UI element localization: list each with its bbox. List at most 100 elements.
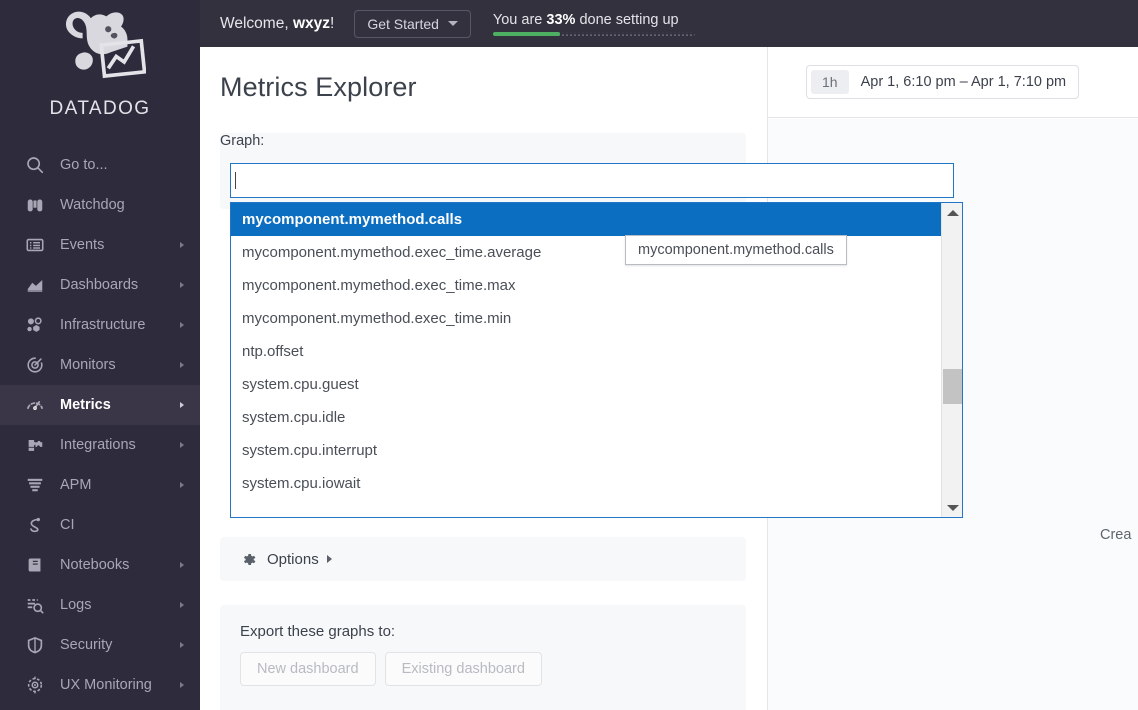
binoculars-icon [24,194,46,216]
sidebar-item-monitors[interactable]: Monitors [0,345,200,385]
export-label: Export these graphs to: [240,623,396,640]
existing-dashboard-button[interactable]: Existing dashboard [384,652,542,686]
sidebar-item-integrations[interactable]: Integrations [0,425,200,465]
shield-icon [24,634,46,656]
brand-logo[interactable]: DATADOG [0,0,200,145]
notebook-icon [24,554,46,576]
chevron-right-icon [180,362,184,368]
dropdown-item[interactable]: mycomponent.mymethod.calls [231,203,941,236]
gauge-icon [24,394,46,416]
triangle-right-icon [326,555,332,563]
chevron-right-icon [180,682,184,688]
sidebar-item-label: Events [60,237,105,253]
chevron-right-icon [180,602,184,608]
target-icon [24,354,46,376]
dropdown-item[interactable]: system.cpu.idle [231,401,941,434]
sidebar-item-infrastructure[interactable]: Infrastructure [0,305,200,345]
dropdown-item[interactable]: system.cpu.guest [231,368,941,401]
setup-progress-text: You are 33% done setting up [493,12,695,28]
top-bar: Welcome, wxyz! Get Started You are 33% d… [200,0,1138,47]
sidebar-item-metrics[interactable]: Metrics [0,385,200,425]
chevron-right-icon [180,442,184,448]
hexagon-nodes-icon [24,314,46,336]
get-started-label: Get Started [367,15,439,32]
sidebar-item-label: Go to... [60,157,108,173]
setup-progress-bar-fill [492,31,560,36]
create-label[interactable]: Crea [1100,527,1131,543]
brand-name: DATADOG [49,98,151,119]
sidebar-item-label: Notebooks [60,557,130,573]
time-range-selector[interactable]: 1h Apr 1, 6:10 pm – Apr 1, 7:10 pm [806,65,1080,99]
page-title: Metrics Explorer [220,72,417,102]
sidebar: DATADOG Go to... Watchdog Events Dashboards… [0,0,200,710]
search-icon [24,154,46,176]
chevron-right-icon [180,642,184,648]
triangle-down-icon[interactable] [942,498,962,517]
chevron-right-icon [180,242,184,248]
metric-search-input[interactable] [230,163,954,198]
scrollbar-thumb[interactable] [943,369,962,404]
chevron-down-icon [447,21,458,26]
chevron-right-icon [180,402,184,408]
log-search-icon [24,594,46,616]
datadog-dog-logo-icon [66,11,146,79]
sidebar-nav-list: Go to... Watchdog Events Dashboards Infrastr… [0,145,200,705]
sidebar-item-label: CI [60,517,75,533]
sidebar-item-label: Metrics [60,397,111,413]
sidebar-item-apm[interactable]: APM [0,465,200,505]
sidebar-item-label: APM [60,477,92,493]
new-dashboard-button[interactable]: New dashboard [240,652,376,686]
sidebar-item-label: Dashboards [60,277,139,293]
welcome-prefix: Welcome, [220,14,293,32]
sidebar-item-logs[interactable]: Logs [0,585,200,625]
chevron-right-icon [180,282,184,288]
triangle-up-icon[interactable] [942,203,962,222]
sidebar-item-label: Infrastructure [60,317,146,333]
area-chart-icon [24,274,46,296]
sidebar-item-ci[interactable]: CI [0,505,200,545]
sidebar-item-notebooks[interactable]: Notebooks [0,545,200,585]
sidebar-item-label: Security [60,637,113,653]
dropdown-item[interactable]: mycomponent.mymethod.exec_time.max [231,269,941,302]
sidebar-item-label: Monitors [60,357,116,373]
sidebar-item-watchdog[interactable]: Watchdog [0,185,200,225]
welcome-suffix: ! [330,14,335,32]
list-icon [24,234,46,256]
setup-progress-bar [492,31,695,36]
app-root: DATADOG Go to... Watchdog Events Dashboards… [0,0,1138,710]
puzzle-icon [24,434,46,456]
dropdown-item[interactable]: system.cpu.interrupt [231,434,941,467]
dropdown-scrollbar[interactable] [941,203,962,517]
sidebar-item-events[interactable]: Events [0,225,200,265]
export-panel: Export these graphs to: New dashboard Ex… [220,605,746,710]
setup-progress[interactable]: You are 33% done setting up [492,12,695,36]
dropdown-item[interactable]: system.cpu.iowait [231,467,941,500]
right-panel-header: 1h Apr 1, 6:10 pm – Apr 1, 7:10 pm [768,47,1138,118]
sidebar-item-go-to[interactable]: Go to... [0,145,200,185]
chevron-right-icon [180,322,184,328]
setup-percent: 33% [546,11,576,28]
options-label: Options [267,550,319,568]
sidebar-item-label: Integrations [60,437,136,453]
dropdown-item[interactable]: ntp.offset [231,335,941,368]
welcome-username: wxyz [292,14,330,32]
options-panel[interactable]: Options [220,537,746,581]
sidebar-item-dashboards[interactable]: Dashboards [0,265,200,305]
sidebar-item-security[interactable]: Security [0,625,200,665]
graph-label: Graph: [220,133,265,149]
pipeline-icon [24,514,46,536]
get-started-button[interactable]: Get Started [354,9,471,38]
sidebar-item-ux-monitoring[interactable]: UX Monitoring [0,665,200,705]
metric-dropdown-list[interactable]: mycomponent.mymethod.calls mycomponent.my… [230,202,963,518]
metric-tooltip: mycomponent.mymethod.calls [625,235,847,265]
sidebar-item-label: Logs [60,597,92,613]
dropdown-item[interactable]: mycomponent.mymethod.exec_time.min [231,302,941,335]
gear-icon [240,551,257,568]
chevron-right-icon [180,482,184,488]
sidebar-item-label: UX Monitoring [60,677,152,693]
time-range-badge: 1h [811,70,849,94]
setup-prefix: You are [492,11,547,28]
export-buttons: New dashboard Existing dashboard [240,652,726,686]
flame-graph-icon [24,474,46,496]
globe-icon [24,674,46,696]
